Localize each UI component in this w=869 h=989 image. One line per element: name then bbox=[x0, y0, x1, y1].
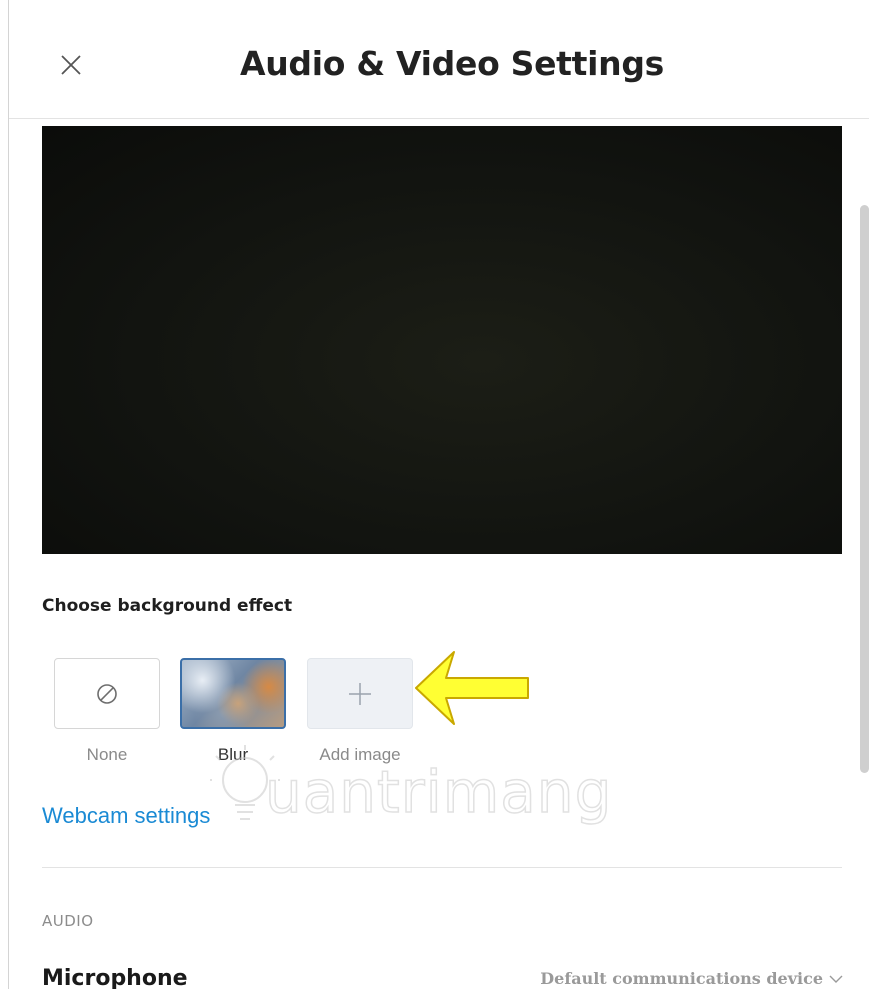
background-option-label-blur: Blur bbox=[217, 745, 249, 764]
webcam-settings-link[interactable]: Webcam settings bbox=[42, 803, 210, 829]
dialog-title: Audio & Video Settings bbox=[240, 44, 664, 83]
blur-preview-image bbox=[182, 660, 284, 727]
background-option-none[interactable] bbox=[54, 658, 160, 729]
arrow-annotation-icon bbox=[415, 651, 529, 725]
chevron-down-icon bbox=[829, 975, 843, 983]
webcam-preview bbox=[42, 126, 842, 554]
dialog-header: Audio & Video Settings bbox=[9, 0, 869, 118]
microphone-select-value: Default communications device bbox=[540, 969, 823, 988]
audio-video-settings-dialog: Audio & Video Settings Choose background… bbox=[0, 0, 869, 989]
header-divider bbox=[9, 118, 869, 119]
window-left-border bbox=[8, 0, 9, 989]
background-option-blur[interactable] bbox=[180, 658, 286, 729]
watermark-text: uantrimang bbox=[264, 757, 613, 827]
microphone-select[interactable]: Default communications device bbox=[540, 969, 843, 988]
background-option-add-image[interactable] bbox=[307, 658, 413, 729]
plus-icon bbox=[349, 682, 371, 705]
background-option-label-none: None bbox=[86, 745, 128, 764]
audio-section-label: AUDIO bbox=[42, 912, 94, 930]
section-divider bbox=[42, 867, 842, 868]
background-option-label-add-image: Add image bbox=[319, 745, 401, 764]
no-symbol-icon bbox=[97, 683, 117, 704]
scrollbar-thumb[interactable] bbox=[860, 205, 869, 773]
background-effect-heading: Choose background effect bbox=[42, 596, 293, 616]
microphone-label: Microphone bbox=[42, 966, 188, 989]
